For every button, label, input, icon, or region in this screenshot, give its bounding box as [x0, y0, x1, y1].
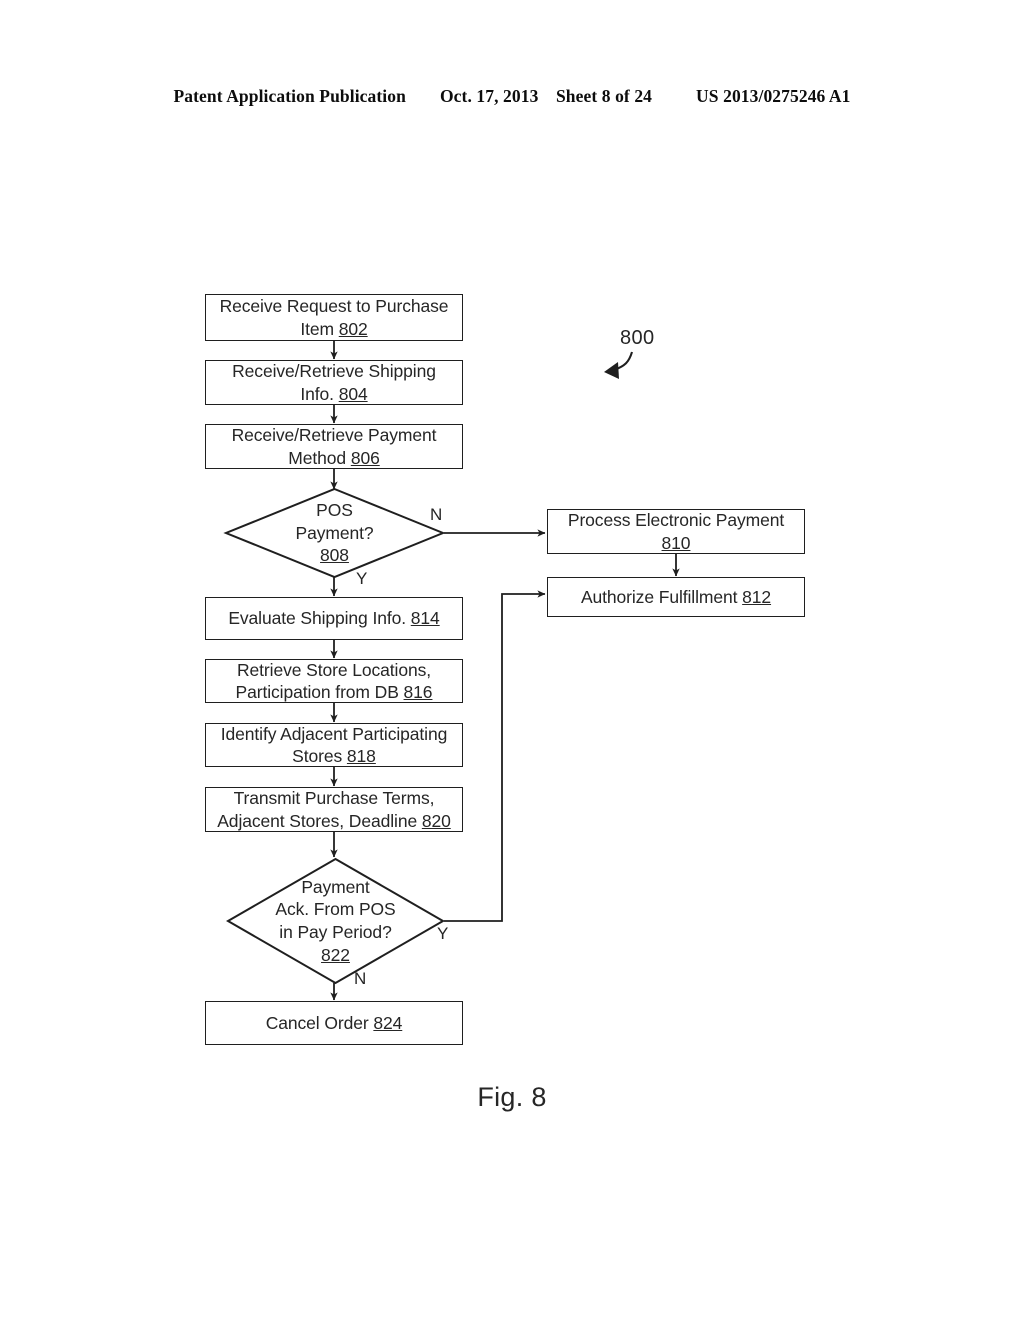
node-816-text: Retrieve Store Locations, Participation … [212, 659, 456, 704]
decision-payment-ack-from-pos-822: Payment Ack. From POS in Pay Period? 822 [225, 857, 446, 985]
node-810-ref: 810 [661, 532, 691, 553]
node-824-ref: 824 [373, 1012, 403, 1033]
node-receive-request-to-purchase-item-802: Receive Request to Purchase Item 802 [205, 294, 463, 341]
node-804-ref: 804 [338, 383, 368, 404]
node-authorize-fulfillment-812: Authorize Fulfillment 812 [547, 577, 805, 617]
node-820-text: Transmit Purchase Terms, Adjacent Stores… [212, 787, 456, 832]
node-evaluate-shipping-info-814: Evaluate Shipping Info. 814 [205, 597, 463, 640]
node-814-ref: 814 [410, 608, 440, 629]
node-804-line1: Receive/Retrieve Shipping [232, 361, 436, 382]
node-820-ref: 820 [421, 810, 451, 831]
node-806-line1: Receive/Retrieve Payment [231, 425, 437, 446]
node-806-ref: 806 [350, 447, 380, 468]
node-824-line1: Cancel Order [265, 1012, 374, 1033]
decision-808-outline [223, 487, 446, 579]
flowchart-diagram: 800 Receive Request to Purchase Item 802… [0, 0, 1024, 1320]
decision-822-outline [225, 857, 446, 985]
node-retrieve-store-locations-816: Retrieve Store Locations, Participation … [205, 659, 463, 703]
node-810-line1: Process Electronic Payment [567, 510, 785, 531]
node-818-line2: Stores [292, 746, 347, 766]
decision-pos-payment-808: POS Payment? 808 [223, 487, 446, 579]
branch-label-822-yes: Y [437, 924, 449, 943]
figure-reference-numeral: 800 [620, 327, 655, 349]
node-806-text: Receive/Retrieve Payment Method 806 [212, 424, 456, 469]
node-812-text: Authorize Fulfillment 812 [554, 586, 798, 608]
node-816-ref: 816 [403, 682, 433, 702]
node-820-line1: Transmit Purchase Terms, [233, 788, 435, 809]
node-810-text: Process Electronic Payment 810 [554, 509, 798, 554]
node-812-ref: 812 [742, 586, 772, 607]
node-802-line2: Item [300, 318, 339, 339]
node-receive-retrieve-payment-method-806: Receive/Retrieve Payment Method 806 [205, 424, 463, 469]
node-816-line2: Participation from DB [235, 682, 404, 702]
branch-label-822-no: N [354, 969, 367, 988]
node-process-electronic-payment-810: Process Electronic Payment 810 [547, 509, 805, 554]
node-818-line1: Identify Adjacent Participating [220, 723, 448, 744]
node-cancel-order-824: Cancel Order 824 [205, 1001, 463, 1045]
node-812-line1: Authorize Fulfillment [580, 586, 743, 607]
node-802-text: Receive Request to Purchase Item 802 [212, 295, 456, 340]
node-820-line2: Adjacent Stores, Deadline [217, 810, 422, 831]
node-804-line2: Info. [300, 383, 339, 404]
node-transmit-purchase-terms-820: Transmit Purchase Terms, Adjacent Stores… [205, 787, 463, 832]
node-814-line1: Evaluate Shipping Info. [228, 608, 411, 629]
node-804-text: Receive/Retrieve Shipping Info. 804 [212, 360, 456, 405]
node-818-text: Identify Adjacent Participating Stores 8… [212, 723, 456, 768]
branch-label-808-no: N [430, 505, 443, 524]
figure-caption: Fig. 8 [477, 1082, 547, 1112]
node-identify-adjacent-participating-stores-818: Identify Adjacent Participating Stores 8… [205, 723, 463, 767]
node-802-ref: 802 [338, 318, 368, 339]
branch-label-808-yes: Y [356, 569, 368, 588]
node-816-line1: Retrieve Store Locations, [237, 659, 431, 680]
node-814-text: Evaluate Shipping Info. 814 [212, 607, 456, 629]
node-806-line2: Method [288, 447, 351, 468]
node-receive-retrieve-shipping-info-804: Receive/Retrieve Shipping Info. 804 [205, 360, 463, 405]
flowchart-connectors [330, 341, 680, 1001]
node-818-ref: 818 [346, 746, 376, 766]
node-802-line1: Receive Request to Purchase [219, 296, 449, 317]
reference-lead-line [604, 351, 634, 379]
node-824-text: Cancel Order 824 [212, 1012, 456, 1034]
